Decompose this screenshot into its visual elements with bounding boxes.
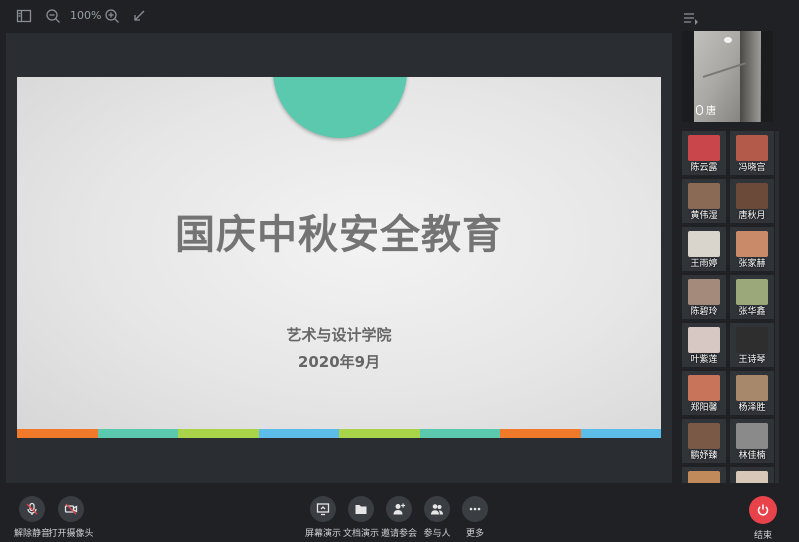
participant-name: 陈云露: [690, 163, 718, 173]
slide-color-bar: [258, 429, 339, 438]
slide-date: 2020年9月: [297, 353, 381, 371]
participant-name: 黄伟湿: [690, 211, 718, 221]
participant-tile[interactable]: 张家赫: [730, 227, 774, 271]
more-icon: [469, 507, 481, 511]
avatar: [688, 135, 720, 161]
avatar: [736, 423, 768, 449]
participant-name: 陈碧玲: [690, 307, 718, 317]
participant-name: 林佳楠: [738, 451, 766, 461]
folder-icon: [355, 505, 367, 514]
avatar: [736, 471, 768, 483]
avatar: [736, 231, 768, 257]
presentation-slide: 国庆中秋安全教育 艺术与设计学院 2020年9月: [17, 77, 661, 438]
slide-color-bars: [17, 429, 661, 438]
bottom-toolbar: 解除静音 打开摄像头 屏幕演示 文档演示 邀请参会 参与人 更多 结束: [0, 488, 799, 542]
self-video-label: 唐: [696, 102, 716, 117]
power-icon: [757, 504, 769, 516]
slide-subtitle: 艺术与设计学院: [286, 326, 392, 344]
participant-tile[interactable]: [682, 467, 726, 483]
slide-color-bar: [580, 429, 661, 438]
participant-name: 冯晓宫: [738, 163, 766, 173]
avatar: [688, 183, 720, 209]
slide-title: 国庆中秋安全教育: [175, 212, 503, 258]
participant-tile[interactable]: [730, 467, 774, 483]
participant-tile[interactable]: 陈云露: [682, 131, 726, 175]
avatar: [688, 471, 720, 483]
slide-color-bar: [17, 429, 98, 438]
participant-tile[interactable]: 王雨婷: [682, 227, 726, 271]
participants-icon: [431, 504, 443, 515]
participant-name: 张华鑫: [738, 307, 766, 317]
self-video-name: 唐: [706, 106, 716, 117]
microphone-muted-icon: [26, 502, 38, 515]
participant-tile[interactable]: 张华鑫: [730, 275, 774, 319]
zoom-out-icon[interactable]: [45, 8, 61, 24]
participant-scrollbar[interactable]: [775, 131, 779, 483]
avatar: [736, 375, 768, 401]
avatar: [688, 327, 720, 353]
avatar: [688, 375, 720, 401]
add-user-icon: [393, 503, 406, 515]
avatar: [736, 135, 768, 161]
zoom-level: 100%: [70, 9, 102, 22]
sidebar-toggle-icon[interactable]: [16, 8, 32, 24]
slide-color-bar: [97, 429, 178, 438]
participant-name: 唐秋月: [738, 211, 766, 221]
avatar: [736, 183, 768, 209]
slide-color-bar: [339, 429, 420, 438]
avatar: [736, 279, 768, 305]
slide-color-bar: [419, 429, 500, 438]
ceiling-light: [724, 37, 732, 43]
slide-decoration-circle: [273, 77, 407, 138]
more-button[interactable]: 更多: [447, 496, 503, 539]
slide-color-bar: [500, 429, 581, 438]
participant-list-icon[interactable]: [683, 10, 699, 25]
avatar: [736, 327, 768, 353]
participant-grid: 陈云露 冯晓宫黄伟湿 唐秋月王雨婷 张家赫陈碧玲 张华鑫叶紫莲 王诗琴郑阳馨 杨泽胜鹏妤臻 林…: [682, 131, 774, 483]
participant-tile[interactable]: 杨泽胜: [730, 371, 774, 415]
self-video-tile[interactable]: 唐: [682, 31, 773, 122]
participant-tile[interactable]: 鹏妤臻: [682, 419, 726, 463]
participant-tile[interactable]: 郑阳馨: [682, 371, 726, 415]
exit-fullscreen-icon[interactable]: [131, 8, 147, 24]
camera-off-icon: [64, 503, 78, 515]
avatar: [688, 231, 720, 257]
participant-name: 王雨婷: [690, 259, 718, 269]
participant-name: 王诗琴: [738, 355, 766, 365]
top-toolbar: 100%: [0, 0, 799, 32]
avatar: [688, 423, 720, 449]
participant-tile[interactable]: 叶紫莲: [682, 323, 726, 367]
participant-name: 叶紫莲: [690, 355, 718, 365]
participant-tile[interactable]: 冯晓宫: [730, 131, 774, 175]
participant-tile[interactable]: 王诗琴: [730, 323, 774, 367]
participant-tile[interactable]: 黄伟湿: [682, 179, 726, 223]
participant-name: 张家赫: [738, 259, 766, 269]
zoom-in-icon[interactable]: [104, 8, 120, 24]
avatar: [688, 279, 720, 305]
participant-tile[interactable]: 林佳楠: [730, 419, 774, 463]
shared-content-stage: 国庆中秋安全教育 艺术与设计学院 2020年9月: [6, 33, 672, 483]
participant-name: 鹏妤臻: [690, 451, 718, 461]
end-meeting-button[interactable]: 结束: [735, 496, 791, 541]
camera-button[interactable]: 打开摄像头: [43, 496, 99, 539]
microphone-icon: [696, 104, 703, 115]
meeting-window: 100% 国庆中秋安全教育 艺术与设计学院 2020年9月 唐 陈云露 冯晓宫: [0, 0, 799, 542]
screen-share-icon: [316, 503, 330, 516]
slide-color-bar: [178, 429, 259, 438]
participant-name: 郑阳馨: [690, 403, 718, 413]
participant-tile[interactable]: 陈碧玲: [682, 275, 726, 319]
participant-name: 杨泽胜: [738, 403, 766, 413]
participant-tile[interactable]: 唐秋月: [730, 179, 774, 223]
